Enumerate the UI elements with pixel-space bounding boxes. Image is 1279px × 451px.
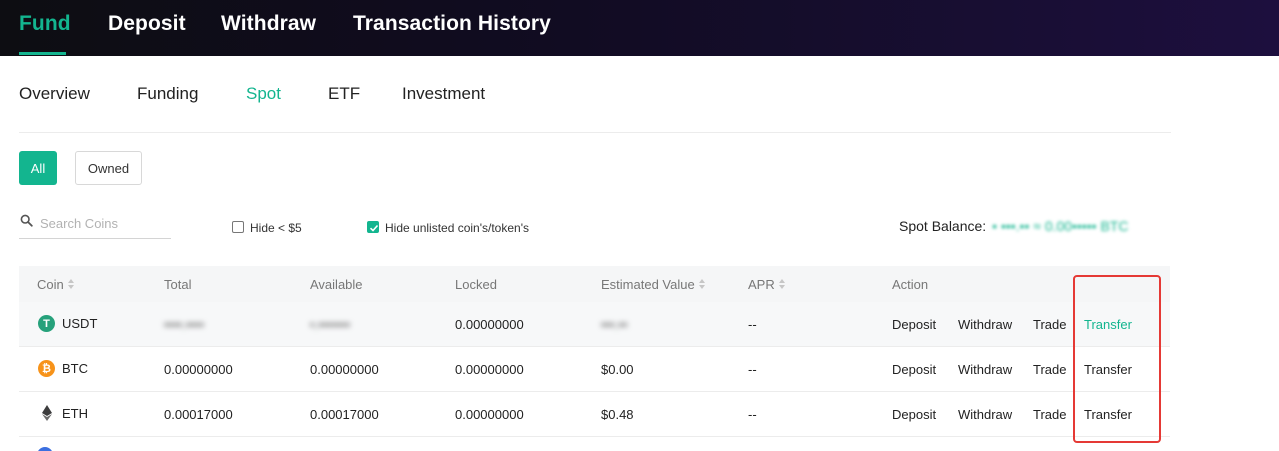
tab-withdraw[interactable]: Withdraw xyxy=(221,12,316,36)
hide-unlisted-label: Hide unlisted coin's/token's xyxy=(385,221,529,235)
col-apr-label: APR xyxy=(748,277,775,292)
check-icon xyxy=(369,224,379,232)
coin-name: USDT xyxy=(62,316,98,331)
subtab-funding[interactable]: Funding xyxy=(137,84,198,104)
tether-icon: T xyxy=(38,315,55,332)
locked-value: 0.00000000 xyxy=(455,317,524,332)
spot-balance-value: • •••.•• ≈ 0.00••••• BTC xyxy=(992,218,1129,234)
apr-value: -- xyxy=(748,362,757,377)
col-locked-label: Locked xyxy=(455,277,497,292)
trade-link[interactable]: Trade xyxy=(1033,317,1066,332)
sort-icon[interactable] xyxy=(778,279,786,290)
tab-deposit[interactable]: Deposit xyxy=(108,12,186,36)
spot-balance: Spot Balance: • •••.•• ≈ 0.00••••• BTC xyxy=(899,218,1128,234)
locked-value: 0.00000000 xyxy=(455,362,524,377)
spot-balance-label: Spot Balance: xyxy=(899,218,987,234)
total-value: ••••.•••• xyxy=(164,317,205,332)
estimated-value: •••.•• xyxy=(601,317,628,332)
col-available-label: Available xyxy=(310,277,363,292)
filter-owned-button[interactable]: Owned xyxy=(75,151,142,185)
col-locked: Locked xyxy=(455,277,497,292)
apr-value: -- xyxy=(748,317,757,332)
divider xyxy=(19,132,1171,133)
col-total: Total xyxy=(164,277,191,292)
table-row: ₿ BTC 0.00000000 0.00000000 0.00000000 $… xyxy=(19,347,1170,392)
col-estimated-value[interactable]: Estimated Value xyxy=(601,277,706,292)
hide-small-checkbox[interactable] xyxy=(232,221,244,233)
deposit-link[interactable]: Deposit xyxy=(892,407,936,422)
col-coin[interactable]: Coin xyxy=(37,277,75,292)
col-coin-label: Coin xyxy=(37,277,64,292)
hide-unlisted-checkbox[interactable] xyxy=(367,221,379,233)
tab-transaction-history[interactable]: Transaction History xyxy=(353,12,551,36)
table-header xyxy=(19,266,1170,302)
available-value: •.••••••• xyxy=(310,317,351,332)
col-estimated-value-label: Estimated Value xyxy=(601,277,695,292)
apr-value: -- xyxy=(748,407,757,422)
total-value: 0.00017000 xyxy=(164,407,233,422)
sort-icon[interactable] xyxy=(67,279,75,290)
tab-fund[interactable]: Fund xyxy=(19,12,71,36)
highlight-box xyxy=(1073,275,1161,443)
withdraw-link[interactable]: Withdraw xyxy=(958,407,1012,422)
active-tab-indicator xyxy=(19,52,66,55)
withdraw-link[interactable]: Withdraw xyxy=(958,317,1012,332)
estimated-value: $0.00 xyxy=(601,362,634,377)
filter-all-button[interactable]: All xyxy=(19,151,57,185)
trade-link[interactable]: Trade xyxy=(1033,362,1066,377)
col-available: Available xyxy=(310,277,363,292)
col-action: Action xyxy=(892,277,928,292)
estimated-value: $0.48 xyxy=(601,407,634,422)
trade-link[interactable]: Trade xyxy=(1033,407,1066,422)
search-icon xyxy=(20,214,33,232)
search-input[interactable]: Search Coins xyxy=(19,210,171,239)
bitcoin-icon: ₿ xyxy=(38,360,55,377)
coin-name: ETH xyxy=(62,406,88,421)
search-placeholder: Search Coins xyxy=(40,216,119,231)
subtab-etf[interactable]: ETF xyxy=(328,84,360,104)
withdraw-link[interactable]: Withdraw xyxy=(958,362,1012,377)
top-nav-bar: Fund Deposit Withdraw Transaction Histor… xyxy=(0,0,1279,56)
sort-icon[interactable] xyxy=(698,279,706,290)
deposit-link[interactable]: Deposit xyxy=(892,362,936,377)
subtab-spot[interactable]: Spot xyxy=(246,84,281,104)
deposit-link[interactable]: Deposit xyxy=(892,317,936,332)
coin-name: BTC xyxy=(62,361,88,376)
total-value: 0.00000000 xyxy=(164,362,233,377)
col-apr[interactable]: APR xyxy=(748,277,786,292)
subtab-investment[interactable]: Investment xyxy=(402,84,485,104)
subtab-overview[interactable]: Overview xyxy=(19,84,90,104)
table-row: T USDT ••••.•••• •.••••••• 0.00000000 ••… xyxy=(19,302,1170,347)
locked-value: 0.00000000 xyxy=(455,407,524,422)
table-row: ETH 0.00017000 0.00017000 0.00000000 $0.… xyxy=(19,392,1170,437)
ethereum-icon xyxy=(38,404,55,421)
coin-icon xyxy=(37,447,53,451)
col-action-label: Action xyxy=(892,277,929,292)
available-value: 0.00017000 xyxy=(310,407,379,422)
available-value: 0.00000000 xyxy=(310,362,379,377)
col-total-label: Total xyxy=(164,277,192,292)
hide-small-label: Hide < $5 xyxy=(250,221,302,235)
